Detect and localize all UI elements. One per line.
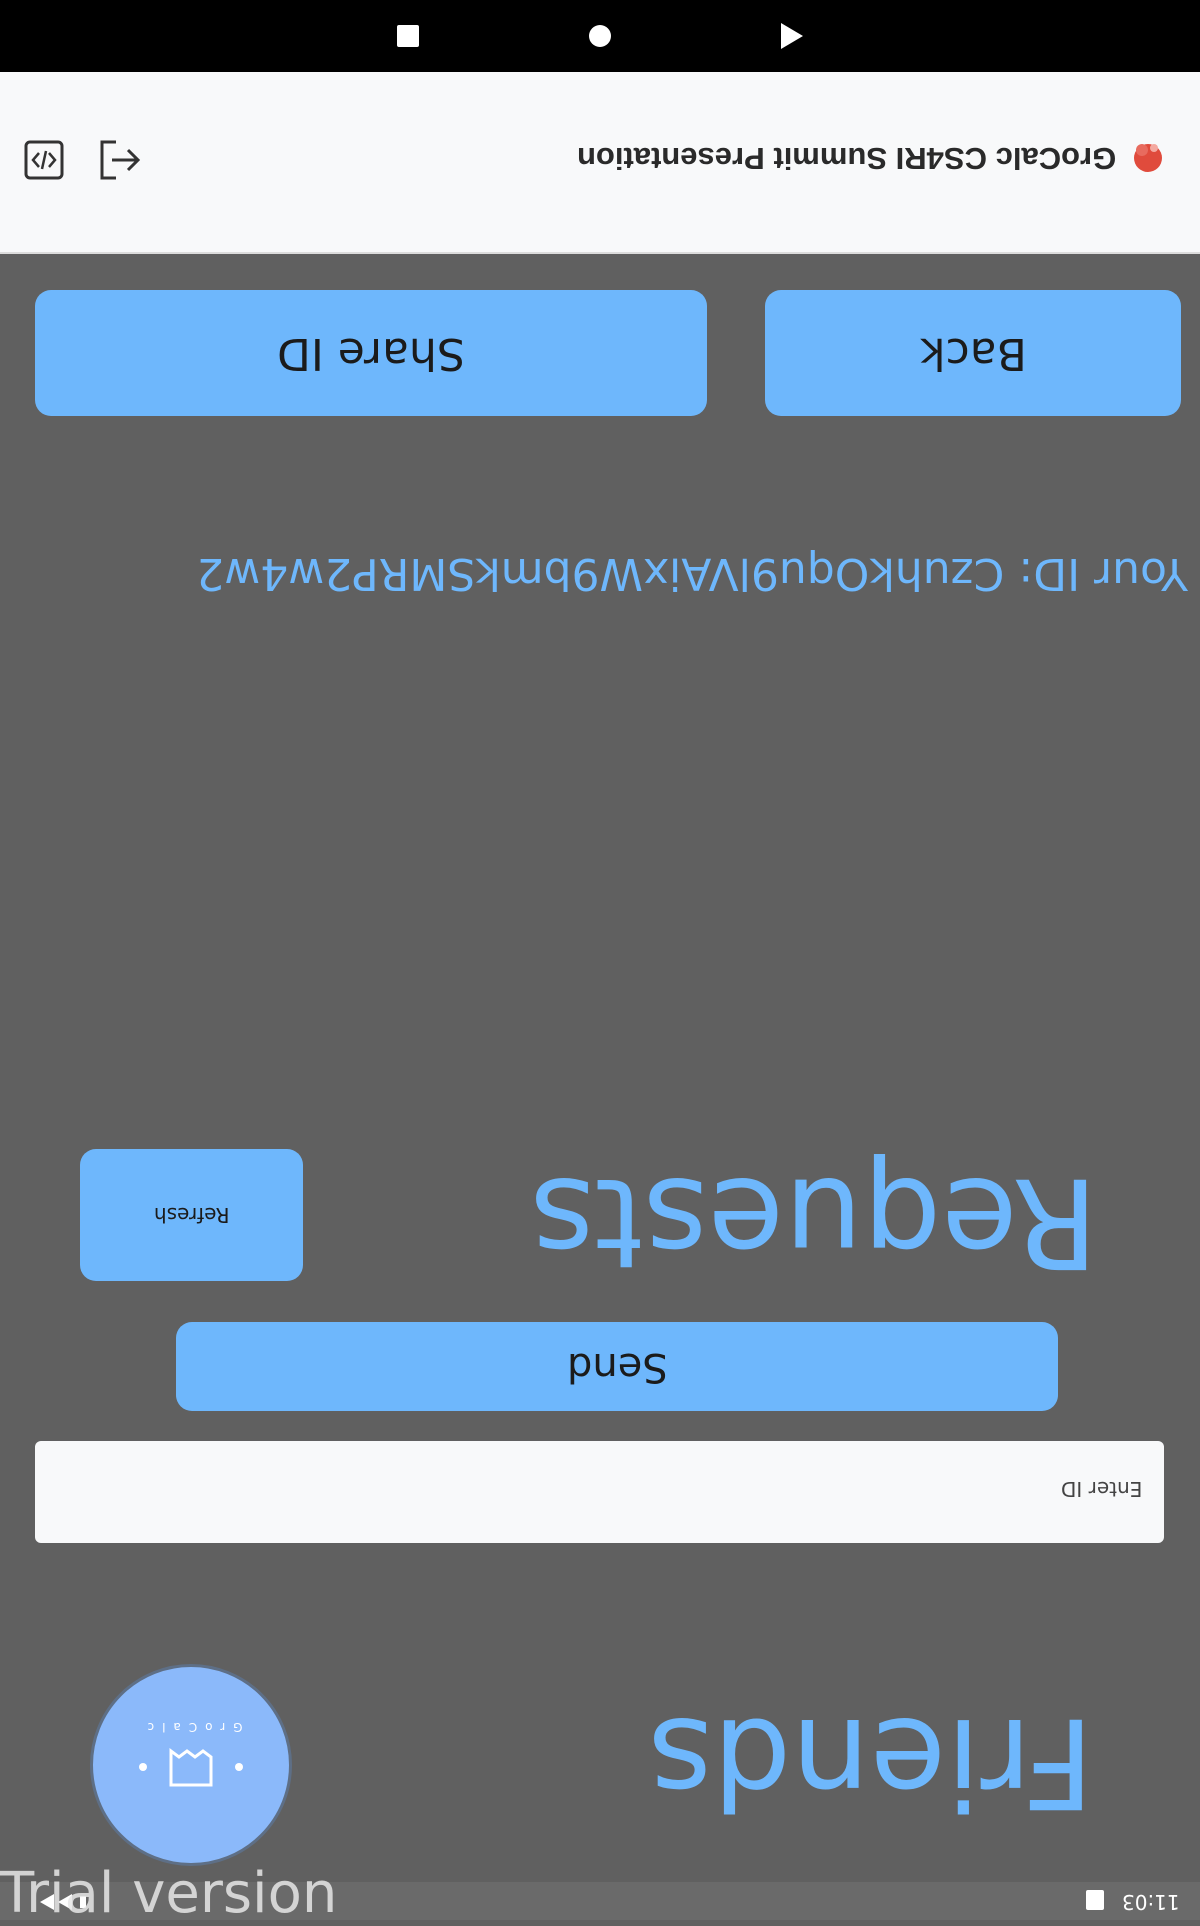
- nav-stop-icon[interactable]: [397, 25, 419, 47]
- grocalc-logo[interactable]: GroCalc: [90, 1664, 292, 1866]
- send-button-label: Send: [566, 1343, 668, 1390]
- app-header: GroCalc CS4RI Summit Presentation: [0, 72, 1200, 254]
- refresh-button-label: Refresh: [153, 1203, 230, 1227]
- back-button[interactable]: Back: [765, 290, 1181, 416]
- send-button[interactable]: Send: [176, 1322, 1058, 1411]
- friends-title: Friends: [648, 1690, 1094, 1834]
- friend-id-input-placeholder: Enter ID: [1060, 1477, 1142, 1501]
- grocalc-logo-text: GroCalc: [140, 1720, 243, 1734]
- grocalc-logo-art: GroCalc: [139, 1720, 243, 1787]
- refresh-button[interactable]: Refresh: [80, 1149, 303, 1281]
- friend-id-input[interactable]: Enter ID: [35, 1441, 1164, 1543]
- status-time: 11:03: [1122, 1890, 1180, 1914]
- nav-back-icon[interactable]: [781, 23, 803, 49]
- user-id-text: Your ID: CzuhkOqu9lVAixW9bmkSMRP2w4w2: [196, 548, 1188, 599]
- share-id-button[interactable]: Share ID: [35, 290, 707, 416]
- code-icon[interactable]: [24, 140, 64, 180]
- app-logo-icon: [1128, 136, 1168, 176]
- back-button-label: Back: [919, 327, 1027, 379]
- share-id-button-label: Share ID: [277, 327, 465, 379]
- sim-card-icon: [1086, 1890, 1104, 1910]
- app-title: GroCalc CS4RI Summit Presentation: [576, 141, 1116, 176]
- system-nav-bar: [0, 0, 1200, 72]
- trial-watermark: Trial version: [0, 1861, 338, 1926]
- nav-home-icon[interactable]: [589, 25, 611, 47]
- requests-title: Requests: [530, 1150, 1099, 1294]
- logout-icon[interactable]: [98, 138, 142, 182]
